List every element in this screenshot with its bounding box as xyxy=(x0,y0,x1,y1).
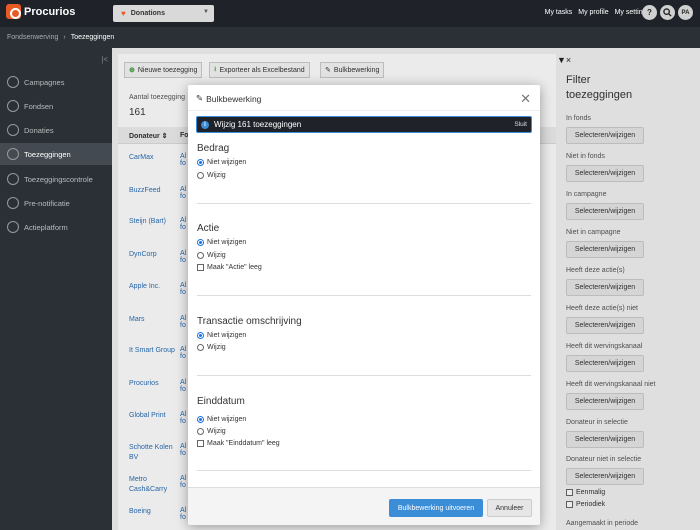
radio-label: Niet wijzigen xyxy=(207,239,247,246)
check-einddatum-leeg[interactable]: Maak "Einddatum" leeg xyxy=(197,440,280,447)
radio-einddatum-niet-wijzigen[interactable]: Niet wijzigen xyxy=(197,416,246,423)
campaign-icon xyxy=(7,76,19,88)
radio-einddatum-wijzig[interactable]: Wijzig xyxy=(197,428,226,435)
info-icon: i xyxy=(201,120,209,129)
breadcrumb: Fondsenwerving › Toezeggingen xyxy=(0,27,700,48)
sidebar-item-label: Actieplatform xyxy=(24,222,68,232)
top-bar: Procurios ♥ Donations ▼ My tasks My prof… xyxy=(0,0,700,27)
funds-icon xyxy=(7,100,19,112)
sidebar-item-toezeggingscontrole[interactable]: Toezeggingscontrole xyxy=(0,168,112,190)
breadcrumb-chevron-icon: › xyxy=(63,34,66,41)
radio-button[interactable] xyxy=(197,428,204,435)
dialog-footer: Bulkbewerking uitvoeren Annuleer xyxy=(188,487,540,525)
section-title-bedrag: Bedrag xyxy=(197,143,230,154)
bulk-submit-button[interactable]: Bulkbewerking uitvoeren xyxy=(389,499,483,517)
breadcrumb-current: Toezeggingen xyxy=(70,34,115,41)
radio-label: Wijzig xyxy=(207,428,226,435)
section-title-transactie: Transactie omschrijving xyxy=(197,316,302,327)
sidebar-item-actieplatform[interactable]: Actieplatform xyxy=(0,216,112,238)
platform-icon xyxy=(7,221,19,233)
radio-button[interactable] xyxy=(197,332,204,339)
close-icon[interactable]: ✕ xyxy=(520,91,531,107)
dialog-header: ✎ Bulkbewerking ✕ xyxy=(188,85,540,111)
user-avatar[interactable]: PA xyxy=(678,5,693,20)
dialog-title-text: Bulkbewerking xyxy=(206,93,262,104)
radio-label: Niet wijzigen xyxy=(207,332,247,339)
search-icon[interactable] xyxy=(660,5,675,20)
check-icon xyxy=(7,173,19,185)
edit-icon: ✎ xyxy=(196,93,204,103)
help-icon[interactable]: ? xyxy=(642,5,657,20)
sidebar-item-donaties[interactable]: Donaties xyxy=(0,119,112,141)
checkbox-label: Maak "Actie" leeg xyxy=(207,264,262,271)
sidebar-item-label: Campagnes xyxy=(24,77,65,87)
radio-transactie-niet-wijzigen[interactable]: Niet wijzigen xyxy=(197,332,246,339)
pledge-hand-icon xyxy=(7,148,19,160)
sidebar-item-label: Pre-notificatie xyxy=(24,198,70,208)
section-divider xyxy=(197,470,531,471)
my-profile-link[interactable]: My profile xyxy=(578,9,608,16)
radio-button[interactable] xyxy=(197,252,204,259)
radio-button[interactable] xyxy=(197,344,204,351)
radio-button[interactable] xyxy=(197,172,204,179)
radio-label: Niet wijzigen xyxy=(207,159,247,166)
module-select-value: Donations xyxy=(130,10,165,17)
top-links: My tasks My profile My settings xyxy=(545,9,650,16)
info-close-link[interactable]: Sluit xyxy=(514,121,527,128)
bell-icon xyxy=(7,197,19,209)
sidebar-item-toezeggingen[interactable]: Toezeggingen xyxy=(0,143,112,165)
radio-actie-niet-wijzigen[interactable]: Niet wijzigen xyxy=(197,239,246,246)
checkbox-label: Maak "Einddatum" leeg xyxy=(207,440,280,447)
sidebar-item-label: Donaties xyxy=(24,125,54,135)
info-bar: i Wijzig 161 toezeggingen Sluit xyxy=(196,116,532,133)
chevron-down-icon: ▼ xyxy=(203,9,209,15)
radio-button[interactable] xyxy=(197,159,204,166)
radio-transactie-wijzig[interactable]: Wijzig xyxy=(197,344,226,351)
sidebar-item-fondsen[interactable]: Fondsen xyxy=(0,95,112,117)
sidebar: |< Campagnes Fondsen Donaties Toezegging… xyxy=(0,48,112,530)
radio-label: Wijzig xyxy=(207,344,226,351)
breadcrumb-parent[interactable]: Fondsenwerving xyxy=(7,34,58,41)
module-select[interactable]: ♥ Donations ▼ xyxy=(113,5,214,22)
section-title-einddatum: Einddatum xyxy=(197,396,245,407)
checkbox[interactable] xyxy=(197,440,204,447)
section-divider xyxy=(197,203,531,204)
sidebar-item-campagnes[interactable]: Campagnes xyxy=(0,71,112,93)
radio-actie-wijzig[interactable]: Wijzig xyxy=(197,252,226,259)
sidebar-item-label: Toezeggingscontrole xyxy=(24,174,93,184)
dialog-title: ✎ Bulkbewerking xyxy=(196,93,261,104)
donations-icon xyxy=(7,124,19,136)
checkbox[interactable] xyxy=(197,264,204,271)
cancel-button[interactable]: Annuleer xyxy=(487,499,532,517)
sidebar-item-pre-notificatie[interactable]: Pre-notificatie xyxy=(0,192,112,214)
bulk-edit-dialog: ✎ Bulkbewerking ✕ i Wijzig 161 toezeggin… xyxy=(188,85,540,525)
section-title-actie: Actie xyxy=(197,223,220,234)
sidebar-item-label: Fondsen xyxy=(24,101,54,111)
radio-button[interactable] xyxy=(197,416,204,423)
section-divider xyxy=(197,295,531,296)
check-actie-leeg[interactable]: Maak "Actie" leeg xyxy=(197,264,262,271)
procurios-logo-icon xyxy=(6,4,21,19)
radio-label: Wijzig xyxy=(207,252,226,259)
radio-bedrag-wijzig[interactable]: Wijzig xyxy=(197,172,226,179)
radio-label: Niet wijzigen xyxy=(207,416,247,423)
collapse-sidebar-icon[interactable]: |< xyxy=(101,55,108,64)
radio-bedrag-niet-wijzigen[interactable]: Niet wijzigen xyxy=(197,159,246,166)
app-name: Procurios xyxy=(24,5,76,18)
sidebar-item-label: Toezeggingen xyxy=(24,149,71,159)
info-text: Wijzig 161 toezeggingen xyxy=(214,120,302,129)
radio-label: Wijzig xyxy=(207,172,226,179)
app-logo[interactable]: Procurios xyxy=(6,4,75,19)
section-divider xyxy=(197,375,531,376)
radio-button[interactable] xyxy=(197,239,204,246)
donations-icon: ♥ xyxy=(121,9,126,18)
my-tasks-link[interactable]: My tasks xyxy=(545,9,573,16)
